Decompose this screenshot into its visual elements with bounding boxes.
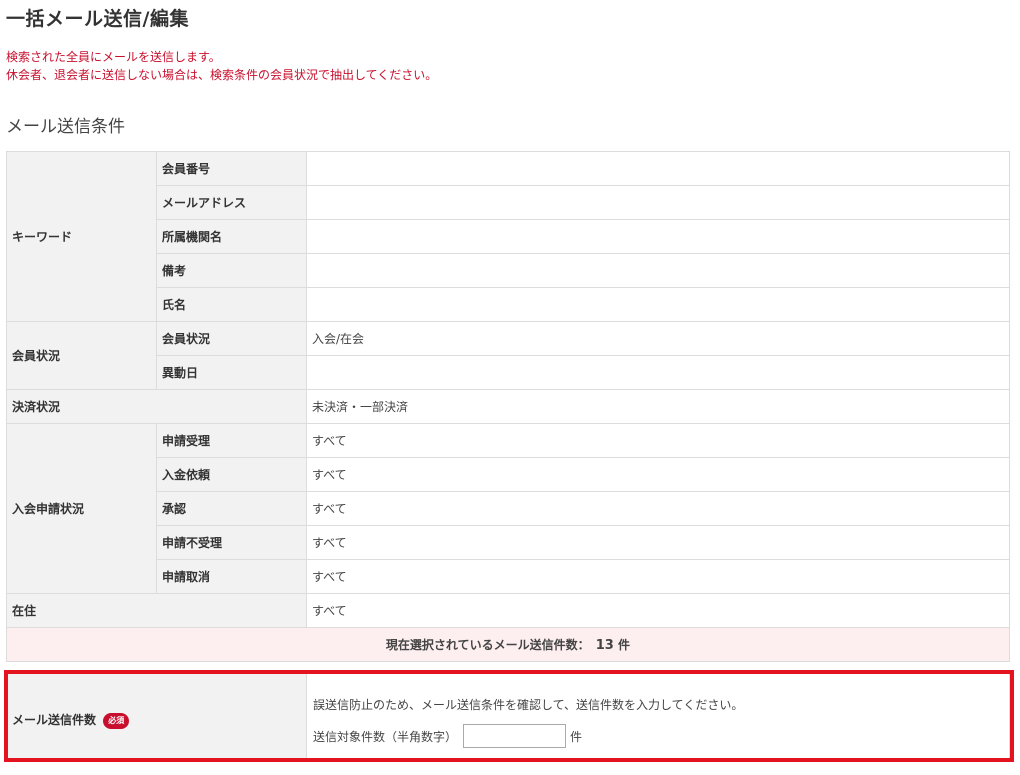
residence-value: すべて	[306, 593, 1010, 628]
table-row: 異動日	[7, 355, 1010, 390]
field-value	[306, 151, 1010, 186]
table-row: 決済状況 未決済・一部決済	[6, 389, 1010, 424]
table-row: 入会申請状況 申請受理 すべて	[6, 423, 1010, 594]
payment-value: 未決済・一部決済	[306, 389, 1010, 424]
field-value	[306, 219, 1010, 254]
table-row: 申請取消 すべて	[7, 559, 1010, 594]
keyword-label: キーワード	[6, 151, 157, 322]
field-label: メールアドレス	[156, 185, 307, 220]
table-row: 入金依頼 すべて	[7, 457, 1010, 492]
field-value	[306, 185, 1010, 220]
field-label: 申請不受理	[156, 525, 307, 560]
field-label: 会員状況	[156, 321, 307, 356]
field-label: 承認	[156, 491, 307, 526]
field-value	[306, 355, 1010, 390]
field-label: 異動日	[156, 355, 307, 390]
table-row: キーワード 会員番号	[6, 151, 1010, 322]
selected-count-number: 13	[595, 638, 614, 653]
field-label: 会員番号	[156, 151, 307, 186]
notice-text: 検索された全員にメールを送信します。 休会者、退会者に送信しない場合は、検索条件…	[6, 48, 437, 84]
member-status-label: 会員状況	[6, 321, 157, 390]
notice-line-1: 検索された全員にメールを送信します。	[6, 50, 221, 64]
field-label: 氏名	[156, 287, 307, 322]
selected-count-row: 現在選択されているメール送信件数： 13 件	[6, 627, 1010, 662]
field-value	[306, 287, 1010, 322]
selected-count-unit: 件	[618, 638, 631, 652]
page-title: 一括メール送信/編集	[6, 8, 189, 30]
field-value: すべて	[306, 457, 1010, 492]
field-label: 備考	[156, 253, 307, 288]
highlight-box	[4, 670, 1014, 762]
notice-line-2: 休会者、退会者に送信しない場合は、検索条件の会員状況で抽出してください。	[6, 68, 438, 82]
field-label: 入金依頼	[156, 457, 307, 492]
field-value: すべて	[306, 423, 1010, 458]
conditions-table: キーワード 会員番号 メールアドレス 所属機関名 備考 氏名 会員状況 会員状況…	[6, 151, 1010, 662]
table-row: 在住 すべて	[6, 593, 1010, 628]
field-label: 申請取消	[156, 559, 307, 594]
field-value: すべて	[306, 559, 1010, 594]
table-row: 備考	[7, 253, 1010, 288]
field-label: 所属機関名	[156, 219, 307, 254]
field-value: すべて	[306, 525, 1010, 560]
field-value: 入会/在会	[306, 321, 1010, 356]
field-label: 申請受理	[156, 423, 307, 458]
field-value	[306, 253, 1010, 288]
selected-count: 現在選択されているメール送信件数： 13 件	[6, 627, 1010, 662]
table-row: 会員状況 会員状況 入会/在会	[6, 321, 1010, 390]
table-row: 所属機関名	[7, 219, 1010, 254]
field-value: すべて	[306, 491, 1010, 526]
table-row: メールアドレス	[7, 185, 1010, 220]
selected-count-prefix: 現在選択されているメール送信件数：	[385, 638, 590, 652]
table-row: 氏名	[7, 287, 1010, 322]
application-label: 入会申請状況	[6, 423, 157, 594]
payment-label: 決済状況	[6, 389, 307, 424]
table-row: 申請不受理 すべて	[7, 525, 1010, 560]
section-title: メール送信条件	[6, 117, 125, 137]
residence-label: 在住	[6, 593, 307, 628]
table-row: 承認 すべて	[7, 491, 1010, 526]
